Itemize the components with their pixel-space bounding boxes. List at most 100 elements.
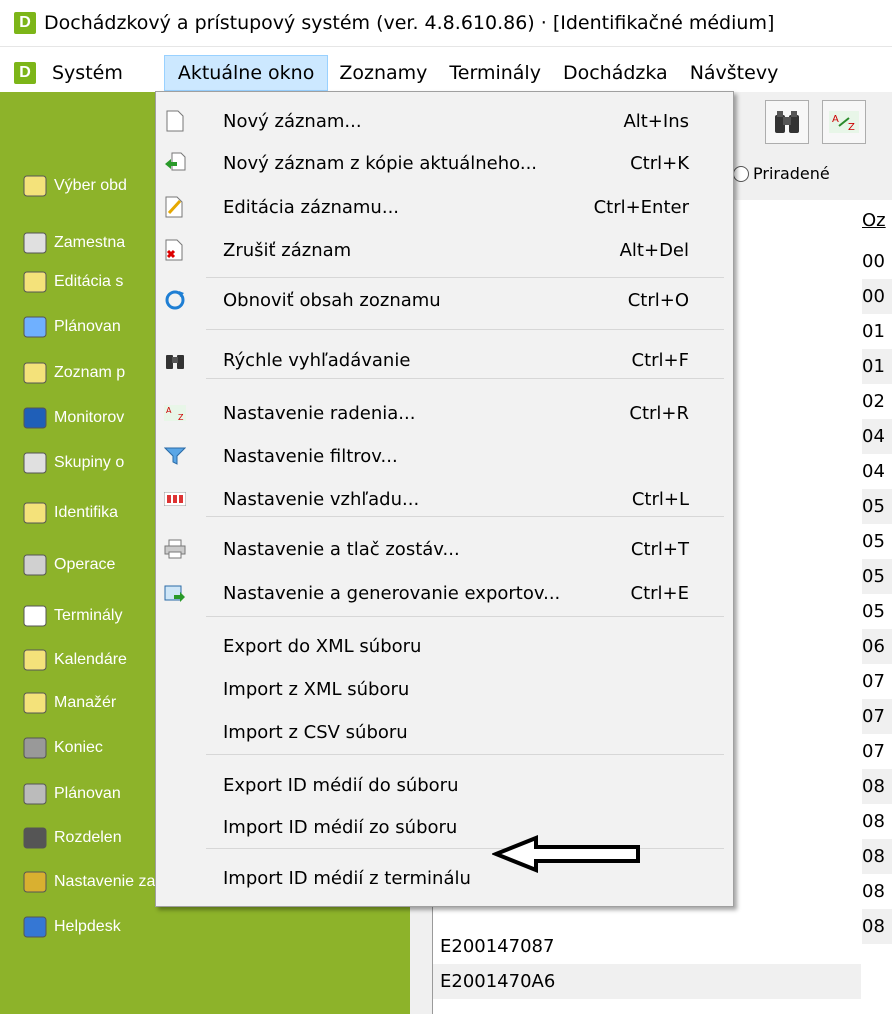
sidebar-item-label: Kalendáre [54, 651, 127, 668]
table-row[interactable]: 08 [862, 874, 892, 909]
menu-item-label: Nastavenie vzhľadu... [223, 488, 420, 510]
terminal-icon [20, 601, 50, 631]
copy-record-icon [164, 152, 186, 174]
menu-item-4[interactable]: Zrušiť záznam Alt+Del [156, 229, 733, 271]
sidebar-item-10[interactable]: Terminály [20, 598, 122, 634]
table-row[interactable]: 07 [862, 699, 892, 734]
sort-toolbar-button[interactable]: A Z [822, 100, 866, 144]
sidebar-item-12[interactable]: Manažér [20, 685, 116, 721]
menu-item-label: Obnoviť obsah zoznamu [223, 289, 441, 311]
sidebar-item-11[interactable]: Kalendáre [20, 642, 127, 678]
identification-icon [20, 498, 50, 528]
menu-item-2[interactable]: Nový záznam z kópie aktuálneho... Ctrl+K [156, 142, 733, 184]
menu-item-label: Import ID médií z terminálu [223, 867, 471, 889]
table-row[interactable]: 08 [862, 839, 892, 874]
menu-visits[interactable]: Návštevy [679, 55, 790, 91]
menu-item-label: Nový záznam... [223, 110, 362, 132]
table-row[interactable]: E2001470A6 [433, 964, 861, 999]
table-row[interactable]: 00 [862, 279, 892, 314]
table-row[interactable]: 07 [862, 664, 892, 699]
menu-item-6[interactable]: Rýchle vyhľadávanie Ctrl+F [156, 339, 733, 381]
menu-item-shortcut: Ctrl+Enter [593, 196, 689, 218]
table-row[interactable]: 06 [862, 629, 892, 664]
menu-item-10[interactable]: Nastavenie a tlač zostáv... Ctrl+T [156, 528, 733, 570]
info-icon [20, 912, 50, 942]
sidebar-item-label: Monitorov [54, 409, 125, 426]
sidebar-item-8[interactable]: Identifika [20, 495, 118, 531]
menu-item-shortcut: Ctrl+K [630, 152, 689, 174]
sidebar-item-5[interactable]: Zoznam p [20, 355, 125, 391]
search-toolbar-button[interactable] [765, 100, 809, 144]
menu-item-9[interactable]: Nastavenie vzhľadu... Ctrl+L [156, 478, 733, 520]
svg-text:Z: Z [178, 413, 184, 421]
table-row[interactable]: 08 [862, 909, 892, 944]
menu-lists[interactable]: Zoznamy [328, 55, 438, 91]
table-row[interactable]: 04 [862, 454, 892, 489]
menu-item-label: Nastavenie filtrov... [223, 445, 398, 467]
monitor-icon [20, 403, 50, 433]
employee-icon [20, 228, 50, 258]
table-row[interactable]: 02 [862, 384, 892, 419]
menu-separator [206, 329, 724, 330]
table-row[interactable]: 08 [862, 804, 892, 839]
sidebar-item-label: Editácia s [54, 273, 124, 290]
table-row[interactable]: 05 [862, 524, 892, 559]
sidebar-item-13[interactable]: Koniec [20, 730, 103, 766]
menu-item-12[interactable]: Export do XML súboru [156, 625, 733, 667]
columns-icon [164, 488, 186, 510]
sidebar-item-2[interactable]: Zamestna [20, 225, 125, 261]
table-row[interactable]: 05 [862, 594, 892, 629]
menu-separator [206, 754, 724, 755]
menu-item-15[interactable]: Export ID médií do súboru [156, 764, 733, 806]
menu-item-3[interactable]: Editácia záznamu... Ctrl+Enter [156, 186, 733, 228]
sidebar-item-7[interactable]: Skupiny o [20, 445, 124, 481]
database-icon [20, 779, 50, 809]
table-row[interactable]: E200147087 [433, 929, 861, 964]
menu-item-7[interactable]: A Z Nastavenie radenia... Ctrl+R [156, 392, 733, 434]
menu-item-shortcut: Ctrl+O [627, 289, 689, 311]
system-menu-icon[interactable]: D [14, 62, 36, 84]
grid-column-header[interactable]: Oz [862, 210, 886, 231]
menu-item-1[interactable]: Nový záznam... Alt+Ins [156, 100, 733, 142]
menu-item-8[interactable]: Nastavenie filtrov... [156, 435, 733, 477]
filter-icon [164, 445, 186, 467]
menu-item-label: Rýchle vyhľadávanie [223, 349, 411, 371]
edit-record-icon [164, 196, 186, 218]
sidebar-item-6[interactable]: Monitorov [20, 400, 124, 436]
sidebar-item-3[interactable]: Editácia s [20, 264, 123, 300]
binoculars-icon [775, 111, 799, 133]
menu-item-shortcut: Ctrl+R [629, 402, 689, 424]
assigned-radio[interactable]: Priradené [733, 164, 830, 183]
table-row[interactable]: 04 [862, 419, 892, 454]
annotation-arrow-icon [492, 835, 640, 873]
menu-item-13[interactable]: Import z XML súboru [156, 668, 733, 710]
table-row[interactable]: 01 [862, 349, 892, 384]
table-row[interactable]: 08 [862, 769, 892, 804]
table-row[interactable]: 05 [862, 559, 892, 594]
sidebar-item-label: Skupiny o [54, 454, 125, 471]
menu-item-17[interactable]: Import ID médií z terminálu [156, 857, 733, 899]
sidebar-item-9[interactable]: Operace [20, 547, 115, 583]
table-row[interactable]: 01 [862, 314, 892, 349]
window-title: Dochádzkový a prístupový systém (ver. 4.… [44, 12, 775, 34]
sidebar-item-4[interactable]: Plánovan [20, 309, 121, 345]
menu-system[interactable]: Systém [52, 55, 134, 91]
menu-item-16[interactable]: Import ID médií zo súboru [156, 806, 733, 848]
table-row[interactable]: 05 [862, 489, 892, 524]
menu-item-14[interactable]: Import z CSV súboru [156, 711, 733, 753]
sidebar-item-14[interactable]: Plánovan [20, 776, 121, 812]
menu-item-5[interactable]: Obnoviť obsah zoznamu Ctrl+O [156, 279, 733, 321]
refresh-icon [164, 289, 186, 311]
table-row[interactable]: 07 [862, 734, 892, 769]
sidebar-item-17[interactable]: Helpdesk [20, 909, 121, 945]
menu-attendance[interactable]: Dochádzka [552, 55, 679, 91]
sidebar-item-15[interactable]: Rozdelen [20, 820, 122, 856]
menu-item-label: Editácia záznamu... [223, 196, 400, 218]
menu-current-window[interactable]: Aktuálne okno [163, 55, 329, 91]
sidebar-item-1[interactable]: Výber obd [20, 168, 127, 204]
table-row[interactable]: 00 [862, 244, 892, 279]
menu-item-11[interactable]: Nastavenie a generovanie exportov... Ctrl… [156, 572, 733, 614]
menu-item-label: Export ID médií do súboru [223, 774, 459, 796]
menu-terminals[interactable]: Terminály [438, 55, 552, 91]
delete-record-icon [164, 239, 186, 261]
